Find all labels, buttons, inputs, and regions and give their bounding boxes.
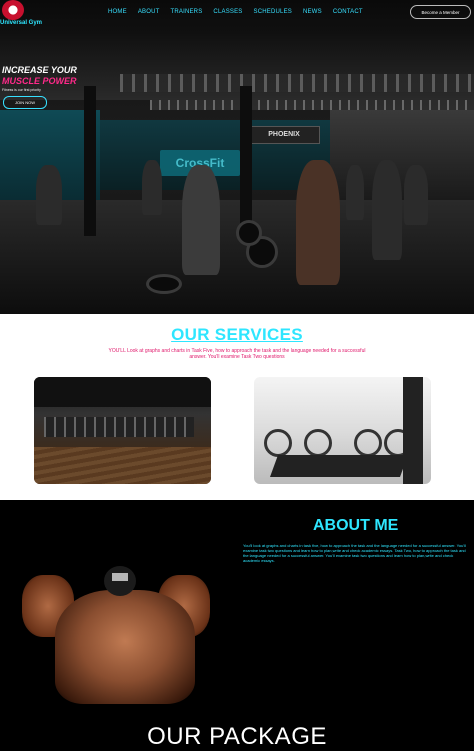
ceiling-truss: [150, 100, 474, 110]
athlete: [182, 165, 220, 275]
brand-name: Universal Gym: [0, 20, 43, 26]
bodybuilder-head: [104, 566, 136, 596]
pillar: [240, 86, 252, 236]
athlete: [404, 165, 428, 225]
about-description: You'll look at graphs and charts in task…: [243, 543, 466, 563]
cap-logo: [112, 573, 128, 581]
ceiling-truss: [120, 74, 474, 92]
card-image-bike: [264, 429, 292, 457]
services-description: YOU'LL Look at graphs and charts in Task…: [108, 348, 366, 360]
card-image-rack: [44, 417, 194, 437]
card-image-floor: [34, 447, 211, 484]
athlete: [36, 165, 62, 225]
hero-section: CrossFit PHOENIX Universal Gym HOME ABOU…: [0, 0, 474, 314]
phoenix-sign: PHOENIX: [248, 126, 320, 144]
service-card-gym-floor[interactable]: [34, 377, 211, 484]
nav-classes[interactable]: CLASSES: [213, 9, 242, 15]
athlete: [296, 160, 340, 285]
card-image-rack: [403, 377, 423, 484]
services-section: OUR SERVICES YOU'LL Look at graphs and c…: [0, 314, 474, 500]
package-title: OUR PACKAGE: [147, 723, 327, 750]
main-nav: HOME ABOUT TRAINERS CLASSES SCHEDULES NE…: [108, 9, 374, 15]
hero-heading-line2: MUSCLE POWER: [2, 76, 77, 86]
pillar: [84, 86, 96, 236]
card-image-bike: [304, 429, 332, 457]
services-title: OUR SERVICES: [171, 325, 303, 344]
weight-plate: [236, 220, 262, 246]
gym-floor: [0, 200, 474, 314]
bodybuilder-image: [55, 590, 195, 704]
nav-contact[interactable]: CONTACT: [333, 9, 363, 15]
hero-heading-line1: INCREASE YOUR: [2, 65, 77, 75]
join-now-button[interactable]: JOIN NOW: [3, 96, 47, 109]
nav-news[interactable]: NEWS: [303, 9, 322, 15]
card-image-bike: [354, 429, 382, 457]
athlete: [372, 160, 402, 260]
about-title: ABOUT ME: [313, 517, 399, 534]
nav-schedules[interactable]: SCHEDULES: [254, 9, 292, 15]
gym-logo[interactable]: [2, 0, 24, 20]
hero-tagline: Fitness is our first priority: [2, 88, 41, 92]
nav-home[interactable]: HOME: [108, 9, 127, 15]
card-image-mat: [269, 455, 409, 477]
athlete: [346, 165, 364, 220]
about-section: ABOUT ME You'll look at graphs and chart…: [0, 500, 474, 750]
service-card-equipment[interactable]: [254, 377, 431, 484]
nav-about[interactable]: ABOUT: [138, 9, 160, 15]
phoenix-sign-text: PHOENIX: [268, 131, 300, 138]
weight-plate: [146, 274, 182, 294]
card-image-ceiling: [34, 377, 211, 407]
nav-trainers[interactable]: TRAINERS: [170, 9, 202, 15]
athlete: [142, 160, 162, 215]
become-member-button[interactable]: Become a Member: [410, 5, 471, 19]
